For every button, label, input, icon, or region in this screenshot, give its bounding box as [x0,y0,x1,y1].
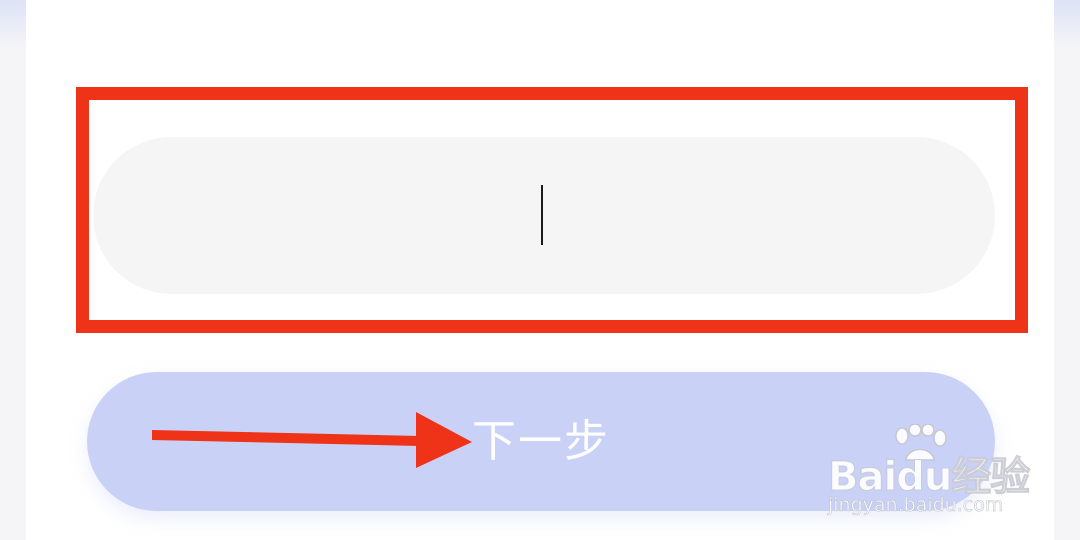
text-cursor [541,185,543,245]
next-step-button-label: 下一步 [472,416,610,467]
text-input-field[interactable] [93,137,995,294]
